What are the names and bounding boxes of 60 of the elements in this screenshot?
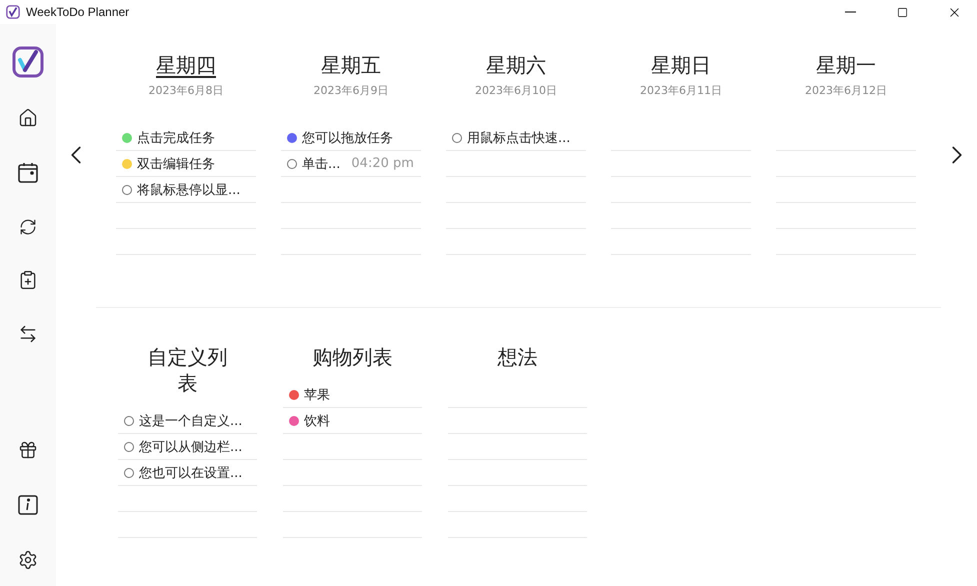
day-date: 2023年6月9日 xyxy=(312,83,390,98)
task-text: 苹果 xyxy=(304,386,330,404)
info-icon xyxy=(17,494,39,516)
task-status-dot[interactable] xyxy=(124,468,134,478)
task-text: 单击... xyxy=(302,156,340,172)
day-date: 2023年6月8日 xyxy=(148,83,224,98)
task-status-dot[interactable] xyxy=(287,158,297,168)
task-text: 用鼠标点击快速... xyxy=(467,130,570,146)
task-text: 您可以从侧边栏... xyxy=(139,438,242,456)
gift-icon xyxy=(18,440,38,460)
day-date: 2023年6月12日 xyxy=(804,83,888,98)
task-status-dot[interactable] xyxy=(289,416,299,426)
day-name: 星期日 xyxy=(650,52,712,79)
arrows-left-right-icon xyxy=(18,324,38,344)
day-date: 2023年6月10日 xyxy=(474,83,558,98)
task-text: 您可以拖放任务 xyxy=(302,130,393,146)
app-logo-icon xyxy=(12,46,44,78)
task-text: 双击编辑任务 xyxy=(137,156,215,172)
task-row[interactable]: 饮料 xyxy=(283,408,422,434)
task-row[interactable]: 您也可以在设置... xyxy=(118,460,257,486)
task-row[interactable]: 您可以从侧边栏... xyxy=(118,434,257,460)
task-text: 点击完成任务 xyxy=(137,130,215,146)
list-title: 想法 xyxy=(496,344,538,370)
day-name: 星期四 xyxy=(155,52,217,79)
task-status-dot[interactable] xyxy=(124,442,134,452)
task-status-dot[interactable] xyxy=(287,132,297,142)
day-name: 星期一 xyxy=(815,52,877,79)
minimize-icon xyxy=(844,11,856,13)
task-time: 04:20 pm xyxy=(351,156,414,171)
list-title: 购物列表 xyxy=(312,344,394,370)
window-title: WeekToDo Planner xyxy=(26,5,130,19)
settings-icon xyxy=(18,550,38,570)
task-row[interactable]: 用鼠标点击快速... xyxy=(446,125,586,151)
day-name: 星期六 xyxy=(485,52,547,79)
task-row[interactable]: 将鼠标悬停以显... xyxy=(116,177,256,203)
clipboard-plus-icon xyxy=(18,270,38,290)
day-name: 星期五 xyxy=(320,52,382,79)
list-title: 自定义列表 xyxy=(146,344,228,396)
task-row[interactable]: 苹果 xyxy=(283,382,422,408)
task-row[interactable]: 这是一个自定义... xyxy=(118,408,257,434)
task-status-dot[interactable] xyxy=(289,390,299,400)
maximize-icon xyxy=(896,6,908,18)
task-status-dot[interactable] xyxy=(124,416,134,426)
refresh-icon xyxy=(19,218,37,236)
task-text: 您也可以在设置... xyxy=(139,464,242,482)
task-status-dot[interactable] xyxy=(122,184,132,194)
calendar-icon xyxy=(17,162,39,184)
task-row[interactable]: 点击完成任务 xyxy=(116,125,256,151)
task-text: 将鼠标悬停以显... xyxy=(137,182,240,198)
home-icon xyxy=(18,108,38,128)
task-row[interactable]: 单击... 04:20 pm xyxy=(281,151,421,177)
task-row[interactable]: 双击编辑任务 xyxy=(116,151,256,177)
task-status-dot[interactable] xyxy=(122,158,132,168)
app-icon xyxy=(6,5,20,19)
task-status-dot[interactable] xyxy=(452,132,462,142)
day-date: 2023年6月11日 xyxy=(639,83,723,98)
task-row[interactable]: 您可以拖放任务 xyxy=(281,125,421,151)
task-text: 这是一个自定义... xyxy=(139,412,242,430)
task-status-dot[interactable] xyxy=(122,132,132,142)
task-text: 饮料 xyxy=(304,412,330,430)
